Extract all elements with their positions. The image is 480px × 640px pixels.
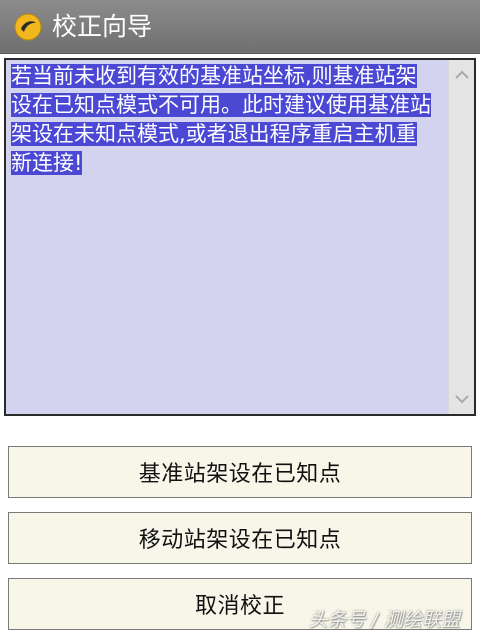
message-textarea[interactable]: 若当前未收到有效的基准站坐标,则基准站架设在已知点模式不可用。此时建议使用基准站… xyxy=(4,58,476,416)
rover-station-known-point-button[interactable]: 移动站架设在已知点 xyxy=(8,512,472,564)
base-station-known-point-button[interactable]: 基准站架设在已知点 xyxy=(8,446,472,498)
vertical-scrollbar[interactable] xyxy=(448,60,474,414)
window-title: 校正向导 xyxy=(52,12,153,41)
title-bar: 校正向导 xyxy=(0,0,480,54)
message-text: 若当前未收到有效的基准站坐标,则基准站架设在已知点模式不可用。此时建议使用基准站… xyxy=(11,62,437,178)
watermark: 头条号 / 测绘联盟 xyxy=(308,609,460,631)
scroll-down-arrow-icon[interactable] xyxy=(449,384,474,414)
scroll-up-arrow-icon[interactable] xyxy=(449,60,474,90)
selected-text: 若当前未收到有效的基准站坐标,则基准站架设在已知点模式不可用。此时建议使用基准站… xyxy=(11,64,431,175)
app-logo-icon xyxy=(14,13,42,41)
